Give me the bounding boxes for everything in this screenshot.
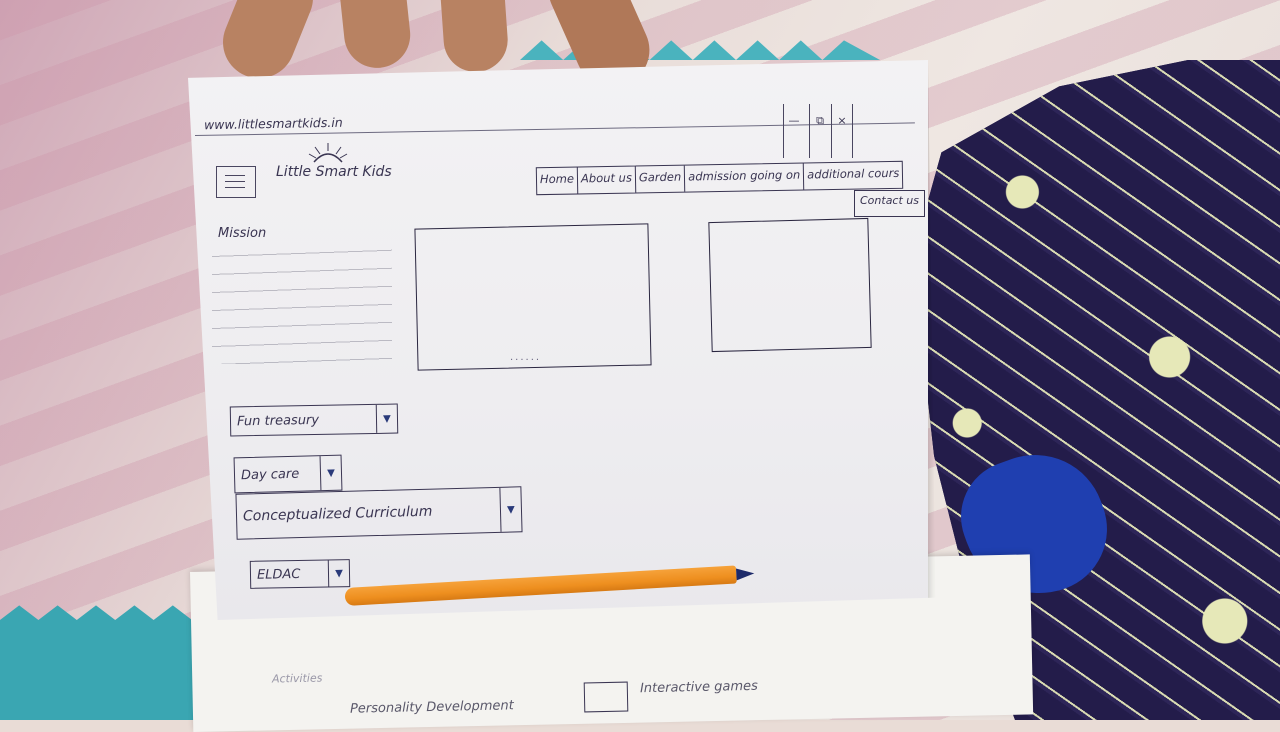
- nav-item-home[interactable]: Home: [536, 167, 579, 195]
- mission-text-scribble: [212, 244, 392, 364]
- nav-item-garden[interactable]: Garden: [635, 165, 686, 193]
- nav-item-admission[interactable]: admission going on: [685, 163, 805, 192]
- close-button[interactable]: ×: [831, 104, 853, 158]
- dropdown-label: Fun treasury: [236, 412, 320, 429]
- triangle-down-icon[interactable]: ▼: [375, 404, 398, 433]
- dropdown-curriculum[interactable]: Conceptualized Curriculum ▼: [235, 486, 523, 540]
- sun-icon: [308, 143, 348, 163]
- dropdown-label: Day care: [240, 466, 300, 483]
- triangle-down-icon[interactable]: ▼: [327, 560, 350, 587]
- activities-text: Activities: [271, 671, 323, 686]
- image-placeholder-side: [708, 217, 872, 353]
- mission-heading: Mission: [218, 226, 267, 241]
- finger: [438, 0, 510, 75]
- image-placeholder-main: [414, 223, 652, 371]
- url-bar[interactable]: www.littlesmartkids.in: [204, 115, 343, 132]
- dropdown-fun-treasury[interactable]: Fun treasury ▼: [229, 403, 399, 437]
- finger: [336, 0, 414, 72]
- pen-tip: [736, 567, 755, 581]
- carousel-dots[interactable]: ......: [510, 352, 541, 363]
- interactive-games-text: Interactive games: [639, 678, 758, 697]
- dropdown-eldac[interactable]: ELDAC ▼: [249, 559, 351, 589]
- nav-item-about[interactable]: About us: [577, 166, 637, 194]
- dropdown-label: ELDAC: [256, 566, 301, 583]
- nav-item-additional[interactable]: additional cours: [804, 162, 903, 190]
- logo-icon[interactable]: [216, 166, 256, 198]
- window-controls: — ⧉ ×: [783, 104, 853, 158]
- dropdown-label: Conceptualized Curriculum: [242, 503, 433, 525]
- triangle-down-icon[interactable]: ▼: [319, 455, 342, 491]
- triangle-down-icon[interactable]: ▼: [499, 487, 522, 532]
- nav-item-contact[interactable]: Contact us: [854, 190, 925, 217]
- dropdown-day-care[interactable]: Day care ▼: [233, 454, 343, 494]
- checkbox-sketch[interactable]: [583, 681, 629, 713]
- brand-name[interactable]: Little Smart Kids: [276, 164, 392, 180]
- minimize-button[interactable]: —: [783, 104, 804, 158]
- maximize-button[interactable]: ⧉: [809, 104, 830, 158]
